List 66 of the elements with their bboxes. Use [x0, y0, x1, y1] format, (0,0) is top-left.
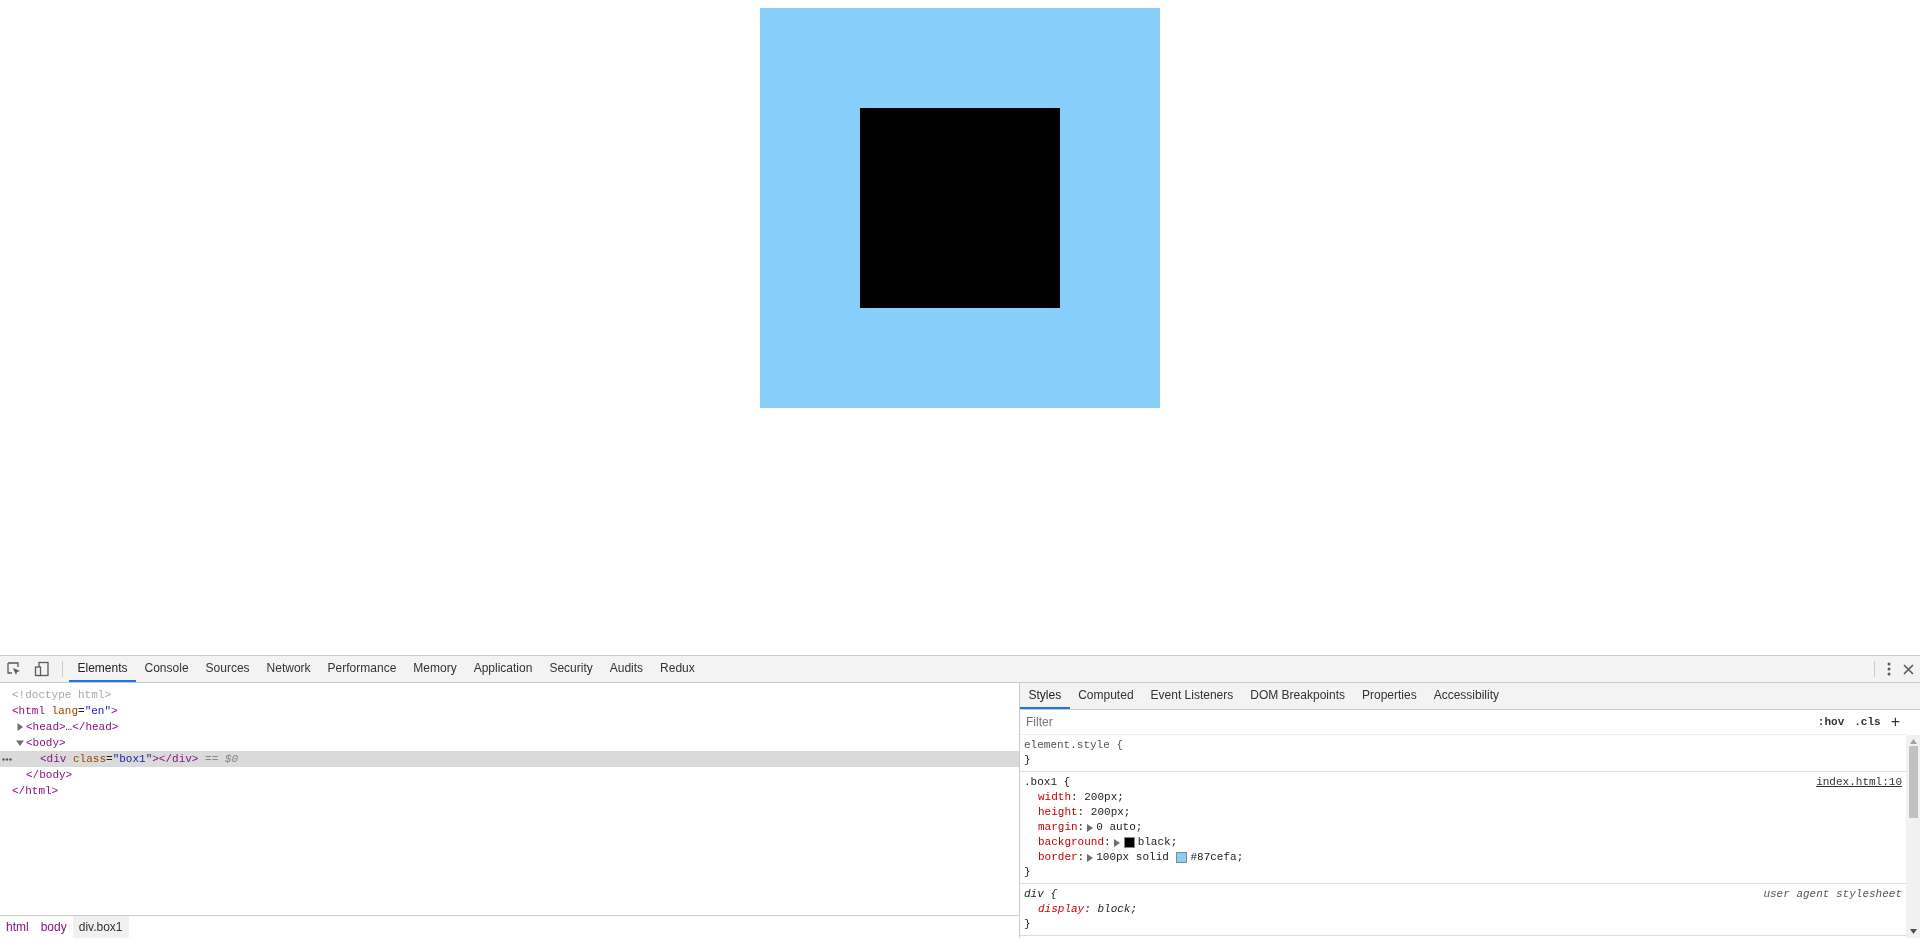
sidebar-tab[interactable]: Styles: [1020, 683, 1070, 709]
css-property-name: height: [1038, 805, 1078, 820]
breadcrumb-item[interactable]: html: [0, 916, 35, 938]
rule-origin: user agent stylesheet: [1763, 887, 1902, 902]
css-property-value: block;: [1097, 902, 1138, 917]
panel-tab[interactable]: Elements: [69, 656, 137, 682]
expand-triangle-icon[interactable]: [1113, 838, 1120, 847]
panel-tab[interactable]: Performance: [319, 656, 405, 682]
css-property-value: black;: [1137, 835, 1178, 850]
css-property-name: width: [1038, 790, 1071, 805]
panel-tab[interactable]: Sources: [197, 656, 259, 682]
css-property-name: display: [1038, 902, 1085, 917]
panel-tab[interactable]: Security: [540, 656, 602, 682]
dom-closing-tag: </html>: [12, 783, 59, 799]
colon: :: [1077, 850, 1085, 865]
sidebar-tab[interactable]: Accessibility: [1425, 683, 1508, 709]
closing-brace: }: [1024, 918, 1031, 930]
scroll-down-arrow-icon[interactable]: [1909, 929, 1917, 934]
breadcrumb-item[interactable]: div.box1: [72, 916, 129, 938]
expanded-triangle-icon[interactable]: [16, 739, 24, 747]
colon: :: [1077, 805, 1085, 820]
scrollbar-thumb[interactable]: [1908, 746, 1918, 818]
panel-tab[interactable]: Application: [465, 656, 541, 682]
css-property-value: 0 auto;: [1096, 820, 1143, 835]
css-property-name: border: [1038, 850, 1078, 865]
collapsed-triangle-icon[interactable]: [16, 723, 24, 731]
colon: :: [1084, 902, 1091, 917]
panel-tab[interactable]: Network: [258, 656, 320, 682]
css-property-name: margin: [1038, 820, 1078, 835]
new-rule-button[interactable]: +: [1888, 714, 1902, 730]
css-property-name: background: [1038, 835, 1104, 850]
breadcrumb-item[interactable]: body: [34, 916, 73, 938]
hov-button[interactable]: :hov: [1815, 716, 1847, 728]
dom-node-text[interactable]: <html lang="en">: [12, 703, 118, 719]
dom-closing-tag: </body>: [26, 767, 73, 783]
css-property-value: 200px;: [1090, 805, 1131, 820]
panel-tab[interactable]: Redux: [651, 656, 704, 682]
sidebar-tab[interactable]: DOM Breakpoints: [1241, 683, 1354, 709]
css-property-value: 200px;: [1084, 790, 1124, 805]
colon: :: [1077, 820, 1085, 835]
dom-node-text[interactable]: <div class="box1"></div> == $0: [40, 751, 239, 767]
sidebar-tab[interactable]: Event Listeners: [1142, 683, 1242, 709]
closing-brace: }: [1024, 866, 1031, 878]
sidebar-tab[interactable]: Properties: [1353, 683, 1426, 709]
color-swatch[interactable]: [1123, 837, 1135, 848]
colon: :: [1104, 835, 1111, 850]
panel-tab[interactable]: Console: [136, 656, 198, 682]
panel-tab[interactable]: Audits: [601, 656, 652, 682]
css-property-value: 100px solid: [1096, 850, 1169, 865]
more-dots-icon[interactable]: [2, 758, 12, 761]
panel-tab[interactable]: Memory: [404, 656, 466, 682]
dom-node-text[interactable]: <body>: [26, 735, 66, 751]
css-selector: element.style {: [1024, 738, 1124, 753]
closing-brace: }: [1024, 754, 1031, 766]
css-selector: div {: [1024, 887, 1057, 902]
colon: :: [1071, 790, 1078, 805]
css-property-value: #87cefa;: [1190, 850, 1244, 865]
sidebar-tab[interactable]: Computed: [1069, 683, 1143, 709]
expand-triangle-icon[interactable]: [1087, 823, 1094, 832]
source-link[interactable]: index.html:10: [1816, 775, 1902, 790]
dom-node-text[interactable]: <head>…</head>: [26, 719, 119, 735]
scrollbar[interactable]: [1906, 735, 1920, 938]
cls-button[interactable]: .cls: [1852, 716, 1883, 728]
css-selector: .box1 {: [1024, 775, 1071, 790]
expand-triangle-icon[interactable]: [1087, 853, 1094, 862]
color-swatch[interactable]: [1176, 852, 1188, 863]
